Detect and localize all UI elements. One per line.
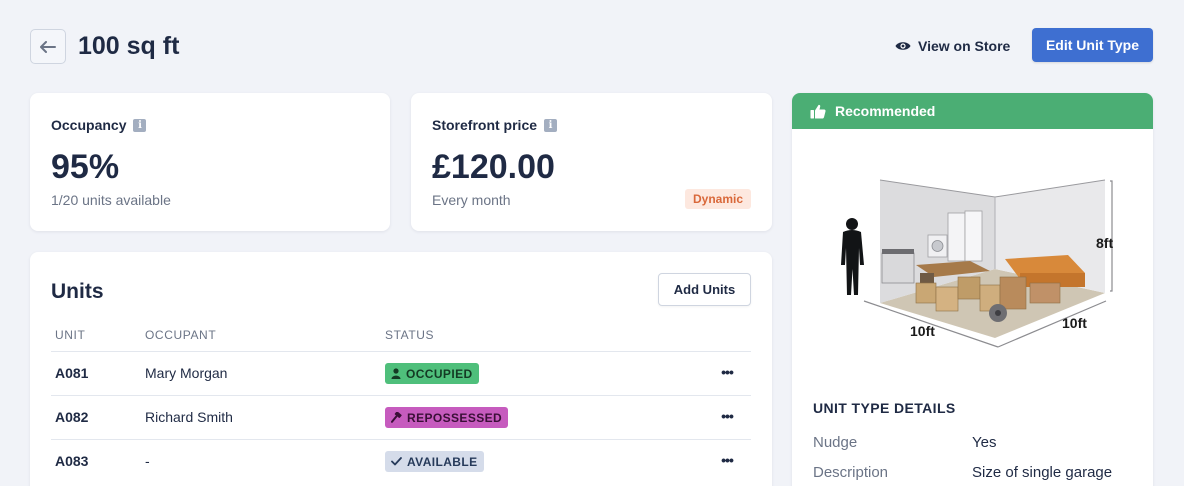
column-header-status: STATUS: [385, 328, 435, 342]
storage-unit-illustration: 8ft 10ft 10ft: [841, 179, 1113, 348]
ellipsis-icon[interactable]: •••: [715, 404, 739, 428]
column-header-unit: UNIT: [55, 328, 86, 342]
occupant-name: Richard Smith: [145, 409, 233, 425]
check-icon: [391, 457, 402, 466]
arrow-left-icon: [40, 40, 56, 53]
status-label: OCCUPIED: [406, 366, 473, 381]
occupancy-value: 95%: [51, 148, 120, 186]
dim-depth-label: 10ft: [1062, 315, 1087, 331]
table-row[interactable]: A083 - AVAILABLE •••: [51, 439, 751, 483]
hammer-icon: [391, 412, 402, 423]
units-card: Units Add Units UNIT OCCUPANT STATUS A08…: [30, 252, 772, 486]
page-title: 100 sq ft: [78, 32, 180, 60]
recommended-card: Recommended 8ft 10ft 10ft UNIT TYPE DETA…: [792, 93, 1153, 486]
storefront-price-card: Storefront price i £120.00 Every month D…: [411, 93, 772, 231]
column-header-occupant: OCCUPANT: [145, 328, 217, 342]
occupancy-subtext: 1/20 units available: [51, 192, 171, 208]
status-badge: OCCUPIED: [385, 363, 479, 384]
dynamic-badge: Dynamic: [685, 189, 751, 209]
table-row[interactable]: A082 Richard Smith REPOSSESSED •••: [51, 395, 751, 439]
ellipsis-icon[interactable]: •••: [715, 448, 739, 472]
detail-value-nudge: Yes: [972, 434, 997, 451]
user-icon: [391, 368, 401, 379]
unit-id: A083: [55, 453, 89, 469]
eye-icon: [895, 42, 911, 50]
recommended-header: Recommended: [792, 93, 1153, 129]
price-subtext: Every month: [432, 192, 511, 208]
occupant-name: Mary Morgan: [145, 365, 228, 381]
occupancy-card: Occupancy i 95% 1/20 units available: [30, 93, 390, 231]
detail-key-nudge: Nudge: [813, 434, 858, 451]
info-icon[interactable]: i: [544, 118, 558, 132]
detail-value-description: Size of single garage: [972, 464, 1113, 481]
unit-type-details-title: UNIT TYPE DETAILS: [813, 400, 956, 416]
occupancy-label: Occupancy: [51, 117, 127, 133]
view-on-store-link[interactable]: View on Store: [895, 36, 1010, 56]
status-label: AVAILABLE: [407, 454, 478, 469]
thumbs-up-icon: [810, 104, 826, 118]
edit-unit-type-button[interactable]: Edit Unit Type: [1032, 28, 1153, 62]
status-badge: REPOSSESSED: [385, 407, 509, 428]
price-value: £120.00: [432, 148, 555, 186]
recommended-label: Recommended: [835, 103, 936, 119]
occupancy-label-row: Occupancy i: [51, 117, 147, 133]
dim-height-label: 8ft: [1096, 235, 1113, 251]
view-on-store-label: View on Store: [918, 38, 1011, 54]
price-label: Storefront price: [432, 117, 538, 133]
price-label-row: Storefront price i: [432, 117, 558, 133]
info-icon[interactable]: i: [133, 118, 147, 132]
add-units-button[interactable]: Add Units: [658, 273, 751, 306]
unit-id: A081: [55, 365, 89, 381]
status-badge: AVAILABLE: [385, 451, 484, 472]
unit-id: A082: [55, 409, 89, 425]
units-title: Units: [51, 280, 104, 303]
ellipsis-icon[interactable]: •••: [715, 360, 739, 384]
status-label: REPOSSESSED: [407, 410, 503, 425]
table-row[interactable]: A081 Mary Morgan OCCUPIED •••: [51, 351, 751, 395]
occupant-name: -: [145, 453, 150, 469]
detail-key-description: Description: [813, 464, 889, 481]
dim-width-label: 10ft: [910, 323, 935, 339]
back-button[interactable]: [30, 29, 66, 64]
